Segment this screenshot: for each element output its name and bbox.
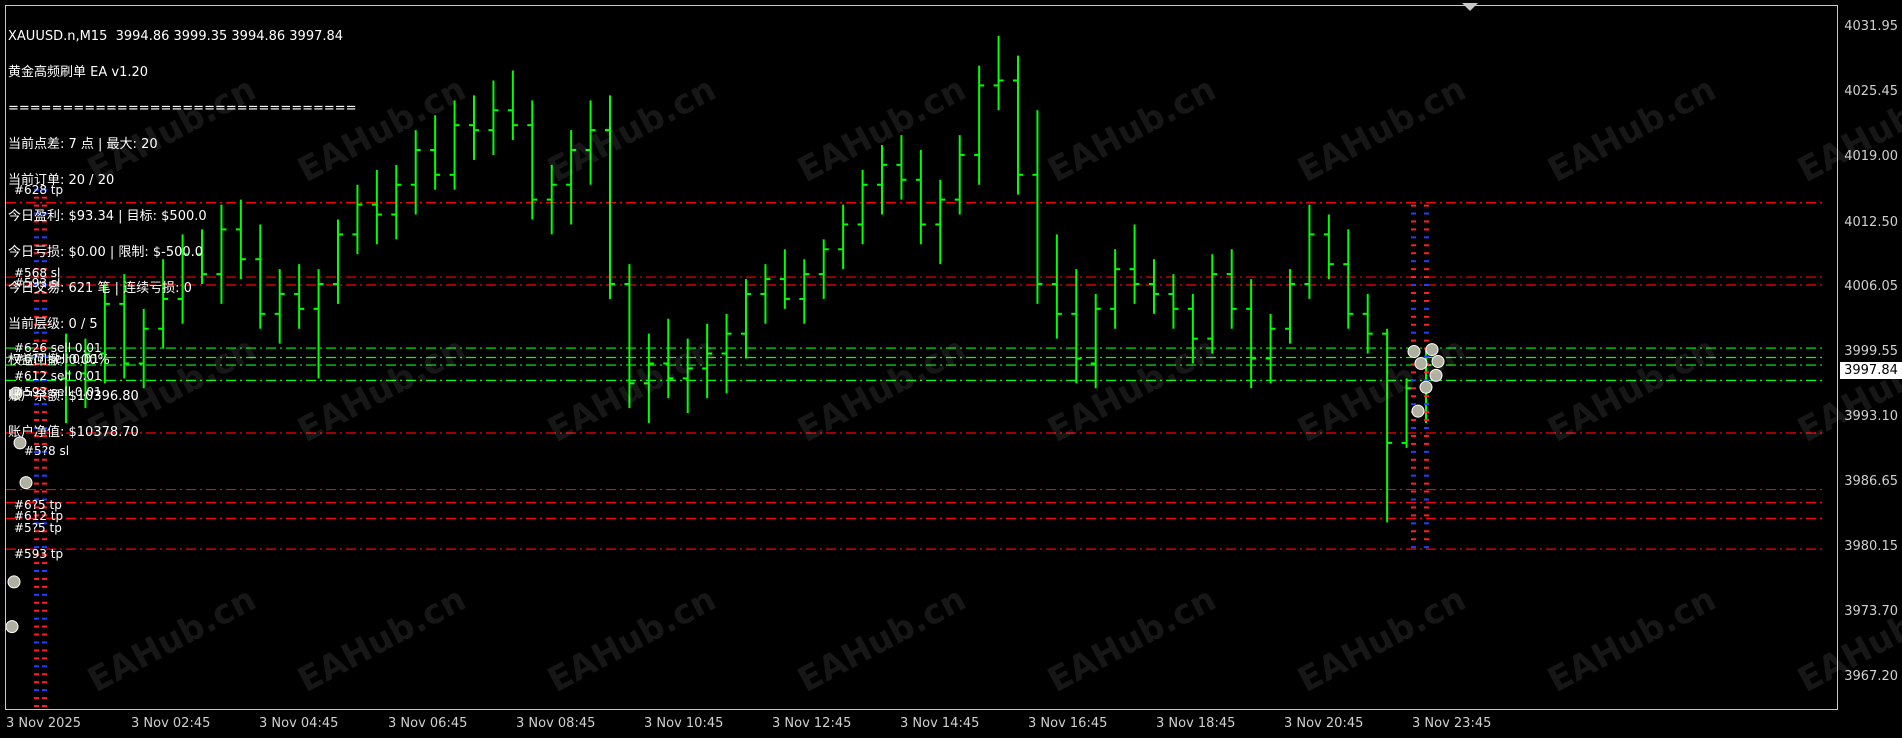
ohlc-bar[interactable] [993,35,1004,111]
ohlc-bar[interactable] [896,135,907,200]
time-tick: 3 Nov 12:45 [772,716,852,731]
time-tick: 3 Nov 16:45 [1028,716,1108,731]
ohlc-bar[interactable] [799,259,810,324]
ohlc-bar[interactable] [1285,269,1295,344]
ohlc-bar[interactable] [915,149,926,245]
ohlc-bar[interactable] [410,130,421,215]
symbol-ohlc-line: XAUUSD.n,M15 3994.86 3999.35 3994.86 399… [8,29,344,44]
loss-line: 今日亏损: $0.00 | 限制: $-500.0 [8,245,204,260]
time-tick: 3 Nov 02:45 [131,716,211,731]
price-tick: 3980.15 [1844,539,1898,554]
time-tick: 3 Nov 08:45 [516,716,596,731]
order-label: #593 sell 0.01 [14,385,102,399]
ohlc-bar[interactable] [488,80,499,155]
ohlc-bar[interactable] [430,115,441,190]
price-tick: 4031.95 [1844,19,1898,34]
order-label: #5?8 sl [24,444,70,458]
price-tick: 3986.65 [1844,474,1898,489]
order-label: #612 sell 0.01 [14,369,102,383]
ohlc-bar[interactable] [1110,249,1121,329]
ohlc-bar[interactable] [1246,279,1257,389]
ohlc-bar[interactable] [1149,259,1159,314]
position-marker-icon[interactable] [19,476,33,490]
ohlc-bar[interactable] [935,179,946,265]
ohlc-bar[interactable] [371,169,382,245]
ohlc-bar[interactable] [1032,110,1043,304]
time-tick: 3 Nov 14:45 [900,716,980,731]
ohlc-bar[interactable] [1323,214,1334,280]
time-tick: 3 Nov 2025 [6,716,81,731]
price-tick: 4006.05 [1844,279,1898,294]
profit-line: 今日盈利: $93.34 | 目标: $500.0 [8,209,207,224]
order-label: #5?5 tp [14,521,62,535]
ohlc-bar[interactable] [527,100,538,220]
ohlc-bar[interactable] [818,239,829,299]
ohlc-bar[interactable] [1343,229,1354,329]
order-label: #593 tp [14,547,64,561]
ea-title: 黄金高频刷单 EA v1.20 [8,65,149,80]
ohlc-bar[interactable] [1051,234,1062,339]
ohlc-bar[interactable] [974,65,985,185]
price-tick: 4012.50 [1844,215,1898,230]
position-marker-icon[interactable] [6,620,19,634]
ohlc-bar[interactable] [507,70,518,141]
ohlc-bar[interactable] [760,264,771,324]
ohlc-bar[interactable] [741,279,751,359]
time-tick: 3 Nov 06:45 [388,716,468,731]
ohlc-bar[interactable] [838,204,849,270]
chart-shift-marker-icon[interactable] [1462,3,1478,11]
ohlc-bar[interactable] [779,249,790,309]
order-label: #593 sl [14,276,61,290]
ohlc-bar[interactable] [1071,269,1082,384]
ohlc-bar[interactable] [1168,274,1179,329]
time-tick: 3 Nov 18:45 [1156,716,1236,731]
price-tick: 3999.55 [1844,344,1898,359]
time-tick: 3 Nov 20:45 [1284,716,1364,731]
ohlc-bar[interactable] [857,169,868,245]
order-label: #6?? sell 0.01 [14,352,100,366]
price-tick: 4025.45 [1844,84,1898,99]
ohlc-bar[interactable] [877,145,887,215]
order-label: #628 tp [14,183,64,197]
position-marker-icon[interactable] [1411,404,1425,418]
ohlc-bar[interactable] [1013,55,1023,195]
time-tick: 3 Nov 23:45 [1412,716,1492,731]
ohlc-bar[interactable] [1129,224,1140,304]
time-tick: 3 Nov 04:45 [259,716,339,731]
ohlc-bar[interactable] [1362,293,1373,354]
ohlc-bar[interactable] [721,313,732,394]
position-marker-icon[interactable] [7,575,21,589]
time-tick: 3 Nov 10:45 [644,716,724,731]
ohlc-bar[interactable] [1090,293,1101,389]
ohlc-bar[interactable] [1226,249,1237,329]
ohlc-bar[interactable] [954,135,965,215]
level-line: 当前层级: 0 / 5 [8,317,98,332]
